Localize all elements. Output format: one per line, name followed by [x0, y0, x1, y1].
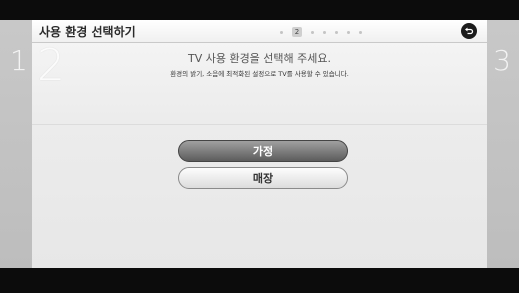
previous-step-number: 1: [10, 44, 28, 77]
step-dot: [335, 30, 338, 34]
next-step-panel[interactable]: 3: [486, 20, 519, 268]
previous-step-panel[interactable]: 1: [0, 20, 33, 268]
instruction-subheading: 환경의 밝기, 소음에 최적화된 설정으로 TV를 사용할 수 있습니다.: [170, 70, 349, 78]
divider: [32, 124, 487, 125]
setup-screen: 1 3 사용 환경 선택하기 2 2 TV 사용 환경을 선택해 주세요. 환경…: [0, 20, 519, 268]
step-dot-current: 2: [292, 27, 302, 37]
step-dot: [359, 30, 362, 34]
next-step-number: 3: [493, 44, 511, 77]
option-home-button[interactable]: 가정: [178, 140, 348, 162]
page-title: 사용 환경 선택하기: [39, 25, 136, 39]
return-arrow-icon: [465, 27, 474, 35]
back-button[interactable]: [461, 23, 477, 39]
main-panel: 사용 환경 선택하기 2 2 TV 사용 환경을 선택해 주세요. 환경의 밝기…: [32, 20, 487, 268]
header-bar: 사용 환경 선택하기 2: [32, 20, 487, 43]
instruction-heading: TV 사용 환경을 선택해 주세요.: [187, 52, 332, 65]
step-dot: [311, 30, 314, 34]
step-dot: [280, 30, 283, 34]
step-indicator: 2: [280, 27, 362, 37]
step-dot: [323, 30, 326, 34]
step-dot: [347, 30, 350, 34]
option-store-button[interactable]: 매장: [178, 167, 348, 189]
